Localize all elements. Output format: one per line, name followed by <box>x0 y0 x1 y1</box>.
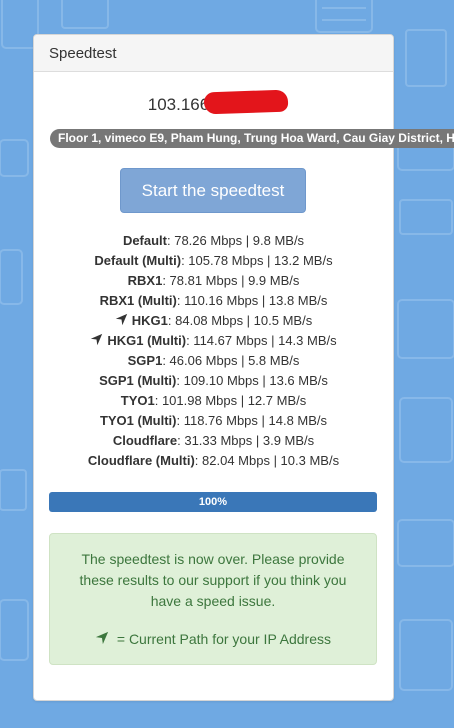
result-speed: : 31.33 Mbps | 3.9 MB/s <box>177 433 315 448</box>
panel-title: Speedtest <box>34 35 393 72</box>
result-server-name: HKG1 <box>131 313 168 328</box>
result-row: Cloudflare: 31.33 Mbps | 3.9 MB/s <box>34 431 393 451</box>
result-server-name: HKG1 (Multi) <box>107 333 187 348</box>
result-speed: : 84.08 Mbps | 10.5 MB/s <box>167 313 313 328</box>
progress-bar: 100% <box>49 492 377 512</box>
result-server-name: Default <box>122 233 167 248</box>
result-row: TYO1: 101.98 Mbps | 12.7 MB/s <box>34 391 393 411</box>
start-speedtest-button[interactable]: Start the speedtest <box>120 168 306 213</box>
result-server-name: Cloudflare <box>112 433 178 448</box>
result-speed: : 82.04 Mbps | 10.3 MB/s <box>194 453 340 468</box>
result-row: HKG1 (Multi): 114.67 Mbps | 14.3 MB/s <box>34 331 393 351</box>
result-server-name: SGP1 <box>127 353 163 368</box>
result-speed: : 101.98 Mbps | 12.7 MB/s <box>154 393 307 408</box>
result-row: TYO1 (Multi): 118.76 Mbps | 14.8 MB/s <box>34 411 393 431</box>
result-speed: : 78.81 Mbps | 9.9 MB/s <box>162 273 300 288</box>
result-speed: : 46.06 Mbps | 5.8 MB/s <box>162 353 300 368</box>
alert-legend-text: = Current Path for your IP Address <box>112 631 332 647</box>
result-speed: : 110.16 Mbps | 13.8 MB/s <box>176 293 328 308</box>
alert-legend: = Current Path for your IP Address <box>50 629 376 649</box>
ip-address: 103.166 <box>147 95 210 114</box>
speedtest-panel: Speedtest 103.166 Floor 1, vimeco E9, Ph… <box>33 34 454 701</box>
progress-fill: 100% <box>49 492 377 512</box>
alert-message: The speedtest is now over. Please provid… <box>79 551 347 609</box>
result-row: Default (Multi): 105.78 Mbps | 13.2 MB/s <box>34 251 393 271</box>
location-badge: Floor 1, vimeco E9, Pham Hung, Trung Hoa… <box>50 129 454 148</box>
location-arrow-icon <box>115 313 127 326</box>
result-server-name: Default (Multi) <box>94 253 182 268</box>
result-row: Cloudflare (Multi): 82.04 Mbps | 10.3 MB… <box>34 451 393 471</box>
result-row: HKG1: 84.08 Mbps | 10.5 MB/s <box>34 311 393 331</box>
completion-alert: The speedtest is now over. Please provid… <box>49 533 377 665</box>
result-speed: : 118.76 Mbps | 14.8 MB/s <box>176 413 328 428</box>
result-server-name: RBX1 (Multi) <box>99 293 177 308</box>
result-server-name: TYO1 <box>120 393 155 408</box>
result-row: Default: 78.26 Mbps | 9.8 MB/s <box>34 231 393 251</box>
result-server-name: SGP1 (Multi) <box>99 373 177 388</box>
result-speed: : 109.10 Mbps | 13.6 MB/s <box>176 373 328 388</box>
result-speed: : 78.26 Mbps | 9.8 MB/s <box>167 233 305 248</box>
result-row: RBX1 (Multi): 110.16 Mbps | 13.8 MB/s <box>34 291 393 311</box>
result-row: SGP1: 46.06 Mbps | 5.8 MB/s <box>34 351 393 371</box>
result-speed: : 114.67 Mbps | 14.3 MB/s <box>186 333 337 348</box>
redaction-mark <box>203 89 289 115</box>
result-server-name: RBX1 <box>127 273 163 288</box>
location-arrow-icon <box>91 333 103 346</box>
results-list: Default: 78.26 Mbps | 9.8 MB/s Default (M… <box>34 231 393 471</box>
result-row: RBX1: 78.81 Mbps | 9.9 MB/s <box>34 271 393 291</box>
result-row: SGP1 (Multi): 109.10 Mbps | 13.6 MB/s <box>34 371 393 391</box>
result-speed: : 105.78 Mbps | 13.2 MB/s <box>181 253 333 268</box>
result-server-name: TYO1 (Multi) <box>99 413 177 428</box>
result-server-name: Cloudflare (Multi) <box>87 453 195 468</box>
location-arrow-icon <box>95 631 109 645</box>
